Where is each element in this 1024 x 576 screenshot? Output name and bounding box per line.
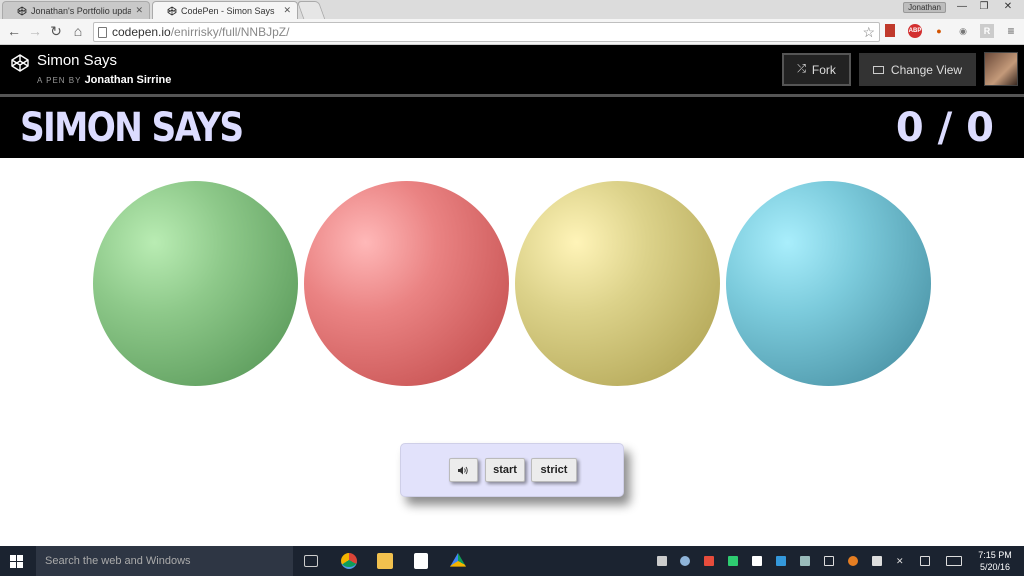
file-explorer-icon[interactable] (377, 553, 393, 569)
bookmark-star-icon[interactable]: ☆ (862, 23, 875, 41)
byline-prefix: A PEN BY (37, 76, 82, 85)
score-counter: 0 / 0 (895, 105, 994, 151)
windows-taskbar: Search the web and Windows ✕ 7:15 PM 5/2… (0, 546, 1024, 576)
r-extension-icon[interactable]: R (980, 24, 994, 38)
start-button[interactable]: start (485, 458, 525, 482)
change-view-icon (872, 65, 884, 74)
game-header: SIMON SAYS 0 / 0 (0, 97, 1024, 158)
steam-icon[interactable] (680, 556, 690, 566)
home-icon[interactable]: ⌂ (69, 22, 87, 40)
fork-label: Fork (811, 62, 836, 77)
profile-button[interactable]: Jonathan (903, 2, 946, 13)
fork-button[interactable]: ⤮ Fork (782, 53, 851, 86)
url-path: /enirrisky/full/NNBJpZ/ (170, 25, 290, 39)
adblock-plus-icon[interactable]: ABP (908, 24, 922, 38)
control-panel: start strict (400, 443, 624, 497)
bookmark-extension-icon[interactable] (885, 24, 895, 37)
sound-toggle-button[interactable] (449, 458, 478, 482)
clock-date: 5/20/16 (979, 562, 1011, 572)
tab-close-icon[interactable]: ✕ (283, 5, 291, 16)
tray-monitor-icon[interactable] (776, 556, 786, 566)
address-bar[interactable]: codepen.io/enirrisky/full/NNBJpZ/ ☆ (93, 22, 880, 42)
forward-arrow-icon[interactable]: → (26, 22, 44, 40)
tab-close-icon[interactable]: ✕ (135, 5, 143, 16)
taskbar-clock[interactable]: 7:15 PM 5/20/16 (975, 549, 1015, 573)
change-view-label: Change View (890, 62, 963, 77)
game-title: SIMON SAYS (20, 105, 244, 151)
change-view-button[interactable]: Change View (859, 53, 976, 86)
user-avatar[interactable] (984, 52, 1018, 86)
notifications-icon[interactable] (920, 556, 930, 566)
tray-app-icon[interactable] (657, 556, 667, 566)
clock-time: 7:15 PM (978, 550, 1012, 560)
pen-title: Simon Says (37, 52, 118, 69)
battery-icon[interactable] (872, 556, 882, 566)
taskbar-search-input[interactable]: Search the web and Windows (36, 546, 293, 576)
maximize-icon[interactable]: ❐ (972, 0, 996, 14)
tray-orange-icon[interactable] (848, 556, 858, 566)
tray-drive-icon[interactable] (728, 556, 738, 566)
red-pad[interactable] (304, 181, 509, 386)
yellow-pad[interactable] (515, 181, 720, 386)
author-link[interactable]: Jonathan Sirrine (85, 74, 172, 86)
reddit-icon[interactable]: ● (932, 24, 946, 38)
chrome-icon[interactable] (341, 553, 357, 569)
lightbulb-icon[interactable]: ◉ (956, 24, 970, 38)
wifi-icon[interactable] (824, 556, 834, 566)
windows-start-icon[interactable] (10, 555, 23, 568)
browser-tab-strip: Jonathan's Portfolio upda ✕ CodePen - Si… (0, 0, 1024, 19)
game-board: start strict (0, 158, 1024, 546)
browser-toolbar: ← → ↻ ⌂ codepen.io/enirrisky/full/NNBJpZ… (0, 19, 1024, 45)
page-icon (98, 27, 107, 38)
back-arrow-icon[interactable]: ← (5, 22, 23, 40)
keyboard-icon[interactable] (946, 556, 962, 566)
tab-title: CodePen - Simon Says (181, 5, 275, 16)
browser-tab-simon-says[interactable]: CodePen - Simon Says ✕ (152, 1, 298, 19)
close-window-icon[interactable]: ✕ (994, 0, 1022, 14)
fork-icon: ⤮ (797, 63, 806, 75)
tray-red-icon[interactable] (704, 556, 714, 566)
pen-byline: A PEN BY Jonathan Sirrine (37, 74, 171, 86)
volume-muted-icon[interactable]: ✕ (896, 556, 906, 566)
codepen-header: Simon Says A PEN BY Jonathan Sirrine ⤮ F… (0, 45, 1024, 94)
blue-pad[interactable] (726, 181, 931, 386)
google-drive-icon[interactable] (450, 553, 466, 567)
new-tab-button[interactable] (296, 1, 326, 19)
browser-tab-portfolio[interactable]: Jonathan's Portfolio upda ✕ (2, 1, 150, 19)
reload-icon[interactable]: ↻ (47, 22, 65, 40)
task-view-icon[interactable] (304, 555, 318, 567)
tab-title: Jonathan's Portfolio upda (31, 5, 132, 16)
speaker-icon (458, 466, 468, 474)
strict-button[interactable]: strict (531, 458, 577, 482)
url-domain: codepen.io (112, 25, 171, 39)
tray-display-icon[interactable] (800, 556, 810, 566)
codepen-tab-icon (167, 6, 177, 15)
dropbox-icon[interactable] (752, 556, 762, 566)
menu-icon[interactable]: ≡ (1004, 24, 1018, 38)
minimize-icon[interactable]: — (950, 0, 974, 14)
codepen-logo-icon[interactable] (11, 54, 29, 72)
green-pad[interactable] (93, 181, 298, 386)
codepen-tab-icon (17, 6, 27, 15)
store-icon[interactable] (414, 553, 428, 569)
